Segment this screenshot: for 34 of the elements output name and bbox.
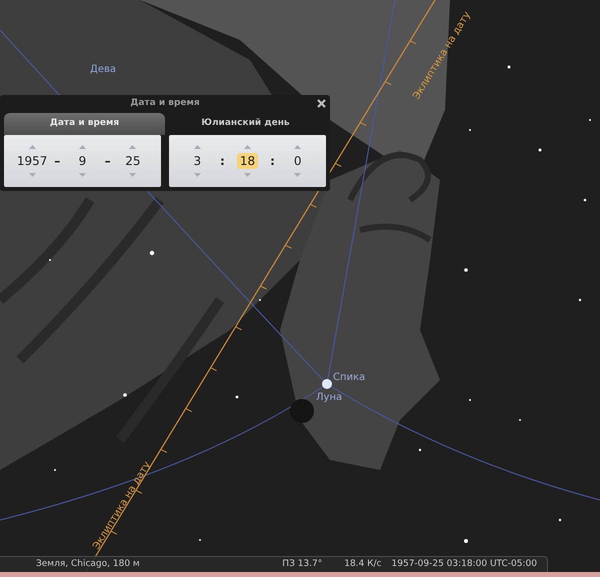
dialog-title: Дата и время xyxy=(130,97,200,110)
up-arrow-icon[interactable] xyxy=(78,145,86,149)
close-icon[interactable] xyxy=(317,99,326,108)
field-of-view-text: ПЗ 13.7° xyxy=(282,558,322,571)
tab[interactable]: Юлианский день xyxy=(165,113,326,135)
spin-field[interactable]: 25 xyxy=(122,153,144,169)
separator-text: : xyxy=(270,153,275,170)
spin-field[interactable]: 3 xyxy=(190,153,204,169)
up-arrow-icon[interactable] xyxy=(28,145,36,149)
planet-label: Луна xyxy=(316,392,342,403)
up-arrow-icon[interactable] xyxy=(194,145,201,149)
down-arrow-icon[interactable] xyxy=(194,173,201,177)
spin-field[interactable]: 18 xyxy=(236,153,258,169)
spin-field[interactable]: 0 xyxy=(290,153,304,169)
location-text: Земля, Chicago, 180 м xyxy=(36,558,140,571)
separator-text: – xyxy=(104,153,111,170)
separator-text: – xyxy=(54,153,60,170)
up-arrow-icon[interactable] xyxy=(129,145,136,149)
down-arrow-icon[interactable] xyxy=(78,173,86,177)
spin-field[interactable]: 1957 xyxy=(14,153,50,169)
down-arrow-icon[interactable] xyxy=(244,173,251,177)
separator-text: : xyxy=(220,153,225,170)
down-arrow-icon[interactable] xyxy=(294,173,302,177)
down-arrow-icon[interactable] xyxy=(129,173,136,177)
sky-label: Дева xyxy=(90,64,116,75)
date-time-text: 1957-09-25 03:18:00 UTC-05:00 xyxy=(392,558,537,571)
up-arrow-icon[interactable] xyxy=(294,145,302,149)
down-arrow-icon[interactable] xyxy=(28,173,36,177)
moon-disk-icon xyxy=(290,399,314,423)
spin-field[interactable]: 9 xyxy=(76,153,90,169)
fps-text: 18.4 К/с xyxy=(344,558,382,571)
up-arrow-icon[interactable] xyxy=(244,145,251,149)
tab[interactable]: Дата и время xyxy=(4,113,165,135)
star-label: Спика xyxy=(333,372,366,383)
